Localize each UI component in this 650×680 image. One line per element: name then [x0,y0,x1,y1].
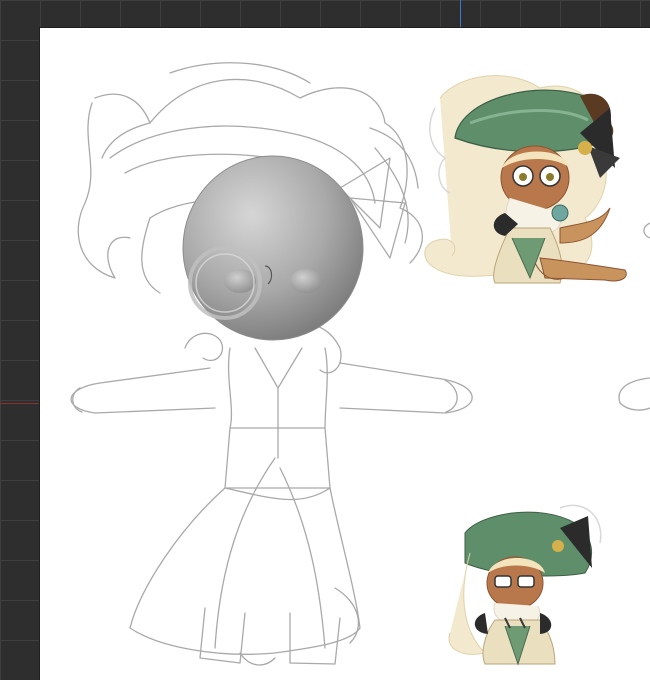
canvas-artwork [70,62,650,666]
workspace-viewport[interactable] [0,0,650,680]
partial-lineart-edge [643,222,650,239]
horizontal-guide-line[interactable] [0,403,40,404]
partial-lineart-edge [618,377,650,411]
vertical-guide-line[interactable] [460,0,461,28]
drawing-canvas[interactable] [40,28,650,680]
character-reference-small [448,504,602,666]
3d-head-sphere-icon[interactable] [182,155,364,341]
character-lineart [70,62,473,666]
character-reference-large [424,75,627,284]
